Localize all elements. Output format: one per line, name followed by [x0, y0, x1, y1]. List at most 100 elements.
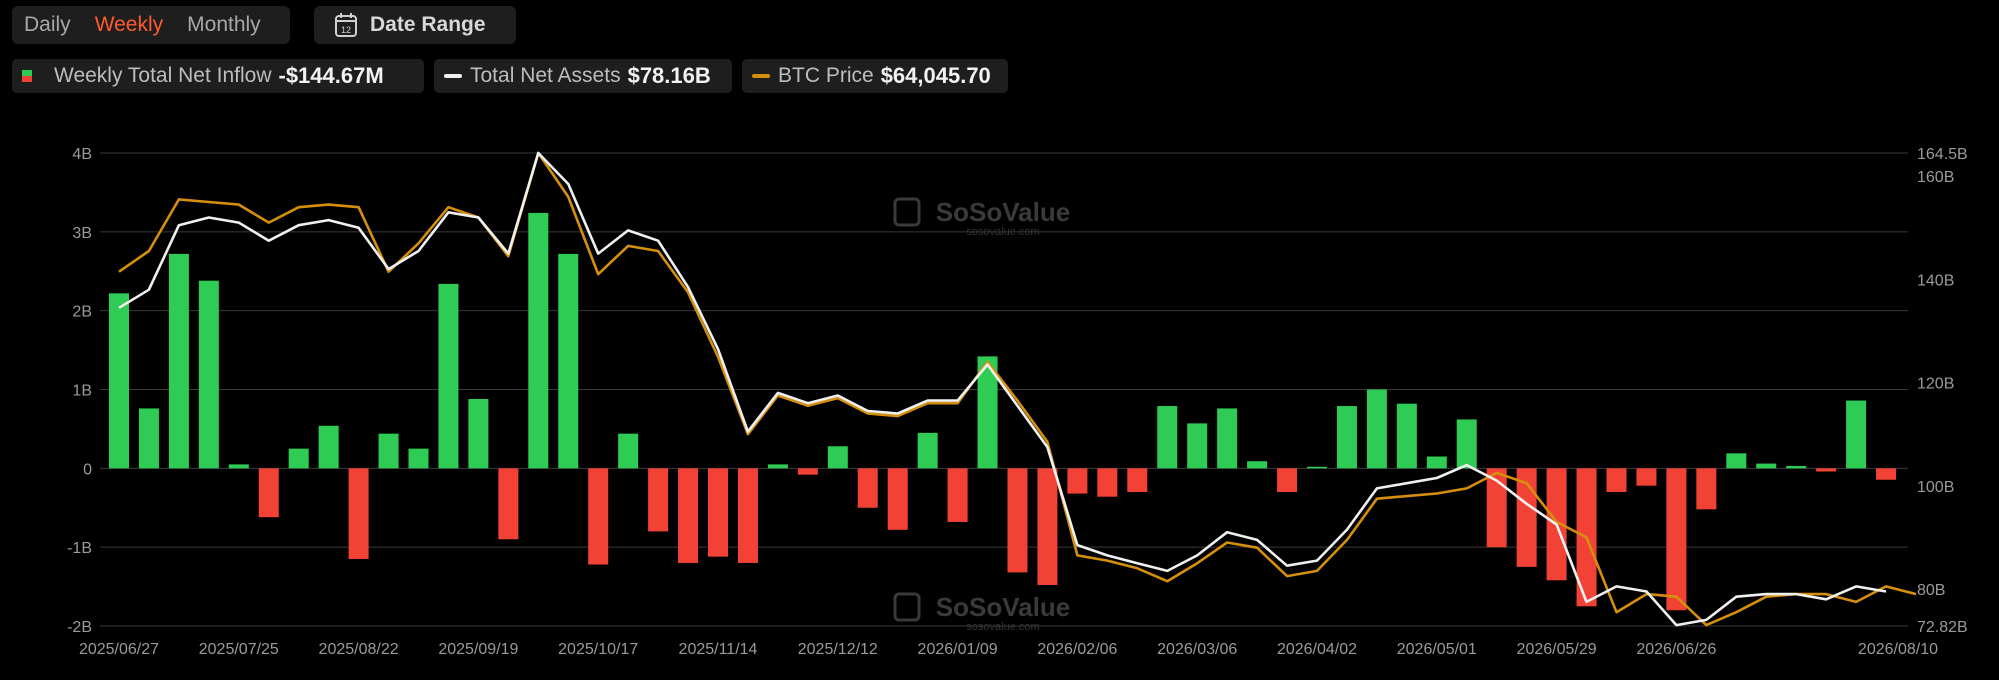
inflow-bar: [468, 398, 489, 469]
period-toggle: Daily Weekly Monthly: [12, 6, 290, 44]
inflow-bar: [977, 356, 998, 469]
inflow-bar: [1666, 468, 1687, 611]
y-axis-right: 164.5B 160B 140B 120B 100B 80B 72.82B: [1917, 146, 1968, 636]
inflow-bar: [1606, 468, 1627, 492]
inflow-bar: [408, 448, 429, 469]
x-tick-label: 2025/08/22: [319, 641, 399, 658]
inflow-bar: [1277, 468, 1298, 492]
inflow-bar: [318, 425, 339, 469]
series-lines: [118, 151, 1917, 627]
inflow-bar: [109, 293, 129, 469]
inflow-bar: [1157, 406, 1178, 469]
inflow-bar: [1546, 468, 1567, 581]
legend-btc-label: BTC Price: [778, 64, 874, 87]
y-left-tick-label: 3B: [72, 225, 92, 242]
inflow-bar: [1816, 468, 1837, 472]
inflow-bar: [1756, 463, 1777, 469]
inflow-bar: [1007, 468, 1028, 573]
inflow-bar: [288, 448, 309, 469]
y-axis-left: 4B 3B 2B 1B 0 -1B -2B: [67, 146, 92, 636]
legend-inflow[interactable]: Weekly Total Net Inflow -$144.67M: [12, 59, 424, 93]
inflow-bar: [708, 468, 728, 557]
x-tick-label: 2026/05/01: [1397, 641, 1477, 658]
inflow-bar: [1396, 403, 1417, 469]
date-range-button[interactable]: 12 Date Range: [314, 6, 516, 44]
x-tick-label: 2026/06/26: [1636, 641, 1716, 658]
x-tick-label: 2026/04/02: [1277, 641, 1357, 658]
inflow-bar: [797, 468, 818, 475]
inflow-bar: [1516, 468, 1537, 567]
x-tick-label: 2025/12/12: [798, 641, 878, 658]
y-left-tick-label: 2B: [72, 304, 92, 321]
x-tick-label: 2025/09/19: [438, 641, 518, 658]
x-tick-label: 2025/11/14: [679, 641, 758, 658]
inflow-bar: [1486, 468, 1507, 548]
inflow-bar: [827, 446, 848, 469]
x-tick-label: 2025/07/25: [199, 641, 279, 658]
inflow-bar: [258, 468, 279, 518]
inflow-bar: [138, 408, 159, 469]
legend-btc[interactable]: BTC Price $64,045.70: [742, 59, 1008, 93]
x-tick-label: 2026/02/06: [1037, 641, 1117, 658]
x-tick-label: 2026/08/10: [1858, 641, 1938, 658]
legend-assets-value: $78.16B: [627, 63, 711, 88]
date-range-label: Date Range: [370, 13, 486, 36]
inflow-bar: [1426, 456, 1447, 469]
calendar-icon-day: 12: [341, 25, 351, 35]
x-tick-label: 2025/06/27: [79, 641, 159, 658]
inflow-bar: [228, 464, 249, 469]
y-left-tick-label: -1B: [67, 540, 92, 557]
y-right-tick-label: 120B: [1917, 376, 1954, 393]
inflow-bar: [1696, 468, 1717, 510]
watermark-url: sosovalue.com: [966, 226, 1039, 238]
inflow-bars: [109, 212, 1897, 611]
inflow-bar: [1187, 423, 1208, 469]
period-daily[interactable]: Daily: [12, 13, 83, 37]
inflow-bar: [1786, 465, 1807, 469]
watermark-logo-icon: [893, 592, 921, 622]
y-left-tick-label: 4B: [72, 146, 92, 163]
inflow-bar: [947, 468, 968, 522]
legend-assets[interactable]: Total Net Assets $78.16B: [434, 59, 732, 93]
inflow-bar: [348, 468, 369, 559]
inflow-bar: [1366, 389, 1387, 469]
inflow-bar: [528, 212, 549, 469]
x-tick-label: 2026/05/29: [1517, 641, 1597, 658]
btc-line-icon: [752, 74, 770, 78]
inflow-bar: [767, 464, 788, 469]
inflow-bar: [198, 280, 219, 469]
inflow-bar: [168, 253, 189, 469]
watermark-name: SoSoValue: [936, 197, 1070, 227]
y-right-tick-label: 72.82B: [1917, 619, 1968, 636]
inflow-bar: [1247, 461, 1268, 469]
y-right-tick-label: 160B: [1917, 169, 1954, 186]
period-monthly[interactable]: Monthly: [175, 13, 273, 37]
inflow-bar: [1846, 400, 1867, 469]
chart-grid: [100, 152, 1908, 627]
inflow-bar: [917, 432, 938, 469]
inflow-bar: [857, 468, 878, 508]
y-right-tick-label: 80B: [1917, 582, 1945, 599]
inflow-bar: [678, 468, 699, 563]
watermark-logo-icon: [893, 197, 921, 227]
inflow-bar: [1217, 408, 1238, 469]
inflow-bar: [1336, 406, 1357, 469]
watermark-url: sosovalue.com: [966, 621, 1039, 633]
assets-line-icon: [444, 74, 462, 78]
y-left-tick-label: 1B: [72, 383, 92, 400]
inflow-bar: [1067, 468, 1088, 494]
period-weekly[interactable]: Weekly: [83, 13, 175, 37]
inflow-bar: [1576, 468, 1597, 607]
inflow-bar: [558, 253, 579, 469]
watermarks: SoSoValuesosovalue.comSoSoValuesosovalue…: [893, 197, 1070, 633]
legend-inflow-label: Weekly Total Net Inflow: [54, 64, 272, 87]
inflow-bar: [737, 468, 758, 563]
inflow-bar: [1636, 468, 1657, 486]
x-tick-label: 2026/01/09: [918, 641, 998, 658]
inflow-bar: [1097, 468, 1118, 497]
legend-assets-label: Total Net Assets: [470, 64, 621, 87]
y-left-tick-label: -2B: [67, 619, 92, 636]
y-right-tick-label: 140B: [1917, 272, 1954, 289]
inflow-bar: [378, 433, 399, 469]
total-net-assets-line: [118, 151, 1887, 627]
